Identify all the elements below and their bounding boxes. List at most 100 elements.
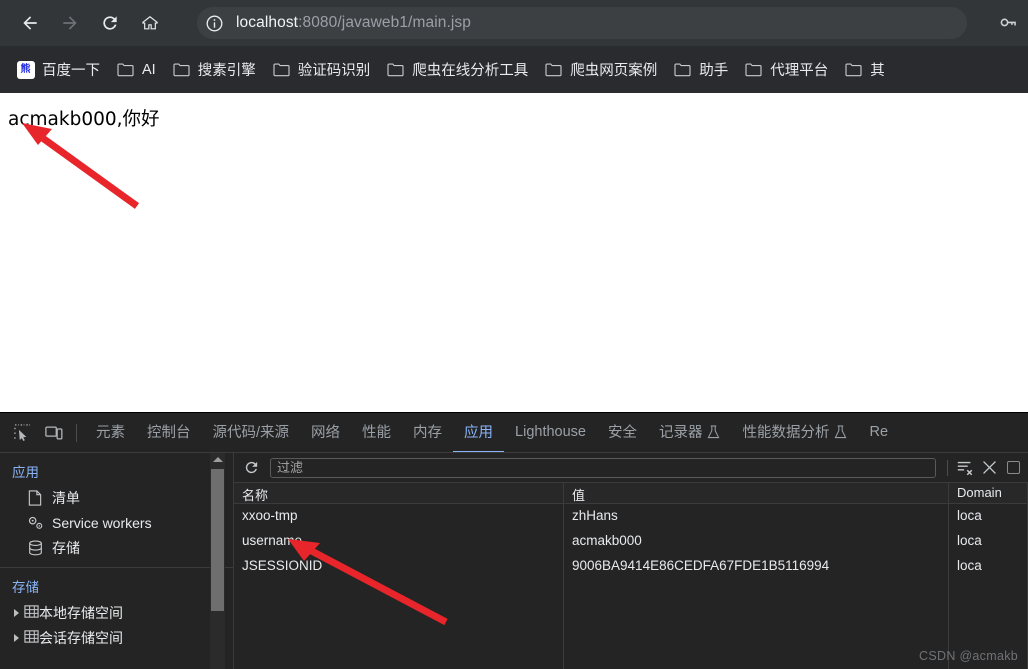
tab-sources[interactable]: 源代码/来源: [202, 413, 301, 452]
forward-button[interactable]: [54, 7, 86, 39]
cell-cookie-name[interactable]: JSESSIONID: [234, 554, 564, 579]
folder-icon: [673, 60, 692, 79]
inspect-element-icon[interactable]: [8, 419, 36, 447]
greeting-text: acmakb000,你好: [8, 109, 160, 130]
cell-cookie-domain[interactable]: loca: [949, 554, 1028, 579]
cookies-panel: 名称 值 Domain xxoo-tmp zhHans loca usernam…: [234, 453, 1028, 669]
reload-button[interactable]: [94, 7, 126, 39]
bookmark-item[interactable]: 代理平台: [736, 55, 836, 85]
back-arrow-icon: [23, 16, 37, 30]
scrollbar-thumb[interactable]: [211, 469, 224, 611]
bookmark-item[interactable]: 熊 百度一下: [8, 55, 108, 85]
tab-label: 记录器: [658, 425, 703, 441]
tab-memory[interactable]: 内存: [402, 413, 453, 452]
bookmark-label: 爬虫在线分析工具: [412, 63, 529, 79]
folder-icon: [744, 60, 763, 79]
sidebar-item-storage[interactable]: 存储: [0, 535, 234, 560]
column-header-domain[interactable]: Domain: [949, 483, 1028, 503]
sidebar-item-service-workers[interactable]: Service workers: [0, 510, 234, 535]
scroll-up-arrow-icon[interactable]: [213, 457, 223, 462]
screenshot-root: localhost:8080/javaweb1/main.jsp 熊 百度一下 …: [0, 0, 1028, 669]
cookies-toolbar: [234, 453, 1028, 483]
sidebar-item-session-storage[interactable]: 会话存储空间: [0, 625, 234, 650]
devtools-panel: 元素 控制台 源代码/来源 网络 性能 内存 应用 Lighthouse 安全 …: [0, 412, 1028, 669]
folder-icon: [172, 60, 191, 79]
column-header-name[interactable]: 名称: [234, 483, 564, 503]
table-row[interactable]: xxoo-tmp zhHans loca: [234, 504, 1028, 529]
table-row[interactable]: JSESSIONID 9006BA9414E86CEDFA67FDE1B5116…: [234, 554, 1028, 579]
url-text: localhost:8080/javaweb1/main.jsp: [236, 14, 471, 32]
bookmark-item[interactable]: 搜素引擎: [164, 55, 264, 85]
cell-cookie-name[interactable]: username: [234, 529, 564, 554]
tab-more[interactable]: Re: [858, 413, 899, 452]
clear-list-icon: [957, 461, 973, 475]
tab-label: 控制台: [147, 425, 191, 441]
tab-application[interactable]: 应用: [453, 413, 505, 452]
sidebar-item-label: Service workers: [52, 514, 152, 531]
cell-cookie-domain[interactable]: loca: [949, 504, 1028, 529]
sidebar-section-application-title: 应用: [12, 465, 39, 480]
tab-performance-insights[interactable]: 性能数据分析: [731, 413, 858, 452]
column-header-value[interactable]: 值: [564, 483, 949, 503]
tab-label: 应用: [464, 425, 494, 441]
table-grid-icon: [24, 629, 39, 647]
bookmarks-bar: 熊 百度一下 AI 搜素引擎 验证码识别 爬虫在线分析工具 爬虫网页案例 助手 …: [0, 46, 1028, 93]
delete-selected-cookie-button[interactable]: [977, 456, 1001, 480]
password-manager-button[interactable]: [994, 9, 1022, 37]
refresh-icon: [245, 461, 257, 474]
bookmark-item[interactable]: 助手: [665, 55, 736, 85]
clear-all-cookies-button[interactable]: [953, 456, 977, 480]
reload-icon: [103, 16, 117, 30]
bookmark-label: 代理平台: [770, 63, 829, 79]
sidebar-item-local-storage[interactable]: 本地存储空间: [0, 600, 234, 625]
tab-elements[interactable]: 元素: [85, 413, 136, 452]
cell-cookie-value[interactable]: zhHans: [564, 504, 949, 529]
bookmark-label: 爬虫网页案例: [570, 63, 658, 79]
table-row[interactable]: username acmakb000 loca: [234, 529, 1028, 554]
sidebar-scrollbar[interactable]: [210, 453, 225, 669]
bookmark-item[interactable]: 其: [836, 55, 893, 85]
baidu-icon: 熊: [16, 60, 35, 79]
cell-cookie-value[interactable]: 9006BA9414E86CEDFA67FDE1B5116994: [564, 554, 949, 579]
key-icon: [1000, 18, 1016, 27]
watermark-text: CSDN @acmakb: [919, 649, 1018, 663]
device-toolbar-icon[interactable]: [40, 419, 68, 447]
bookmark-label: 助手: [699, 63, 729, 79]
site-info-icon[interactable]: [200, 9, 228, 37]
tab-performance[interactable]: 性能: [351, 413, 402, 452]
database-icon: [26, 539, 44, 557]
bookmark-label: AI: [142, 61, 156, 78]
chevron-right-icon[interactable]: [14, 633, 19, 642]
bookmark-label: 百度一下: [42, 63, 100, 79]
tab-network[interactable]: 网络: [300, 413, 351, 452]
bookmark-item[interactable]: 爬虫网页案例: [536, 55, 665, 85]
home-button[interactable]: [134, 7, 166, 39]
sidebar-section-storage-title: 存储: [12, 580, 39, 595]
tab-label: 元素: [96, 425, 125, 441]
toolbar-divider: [76, 423, 77, 442]
bookmark-label: 其: [870, 63, 885, 79]
bookmark-item[interactable]: AI: [108, 55, 164, 85]
chevron-right-icon[interactable]: [14, 608, 19, 617]
refresh-button[interactable]: [238, 455, 264, 481]
sidebar-item-manifest[interactable]: 清单: [0, 485, 234, 510]
bookmark-item[interactable]: 验证码识别: [264, 55, 379, 85]
tab-security[interactable]: 安全: [597, 413, 648, 452]
folder-icon: [544, 60, 563, 79]
tab-recorder[interactable]: 记录器: [648, 413, 732, 452]
cell-cookie-domain[interactable]: loca: [949, 529, 1028, 554]
sidebar-item-label: 清单: [52, 489, 80, 506]
cell-cookie-value[interactable]: acmakb000: [564, 529, 949, 554]
tab-lighthouse[interactable]: Lighthouse: [504, 413, 597, 452]
table-empty-area: [234, 579, 1028, 669]
only-show-problems-checkbox[interactable]: [1007, 461, 1020, 474]
close-icon: [982, 461, 996, 474]
address-bar[interactable]: localhost:8080/javaweb1/main.jsp: [197, 7, 967, 39]
filter-input[interactable]: [270, 457, 936, 478]
back-button[interactable]: [14, 7, 46, 39]
tab-console[interactable]: 控制台: [136, 413, 202, 452]
sidebar-item-label: 本地存储空间: [39, 604, 123, 621]
cell-cookie-name[interactable]: xxoo-tmp: [234, 504, 564, 529]
bookmark-item[interactable]: 爬虫在线分析工具: [378, 55, 536, 85]
url-path: :8080/javaweb1/main.jsp: [298, 14, 471, 31]
